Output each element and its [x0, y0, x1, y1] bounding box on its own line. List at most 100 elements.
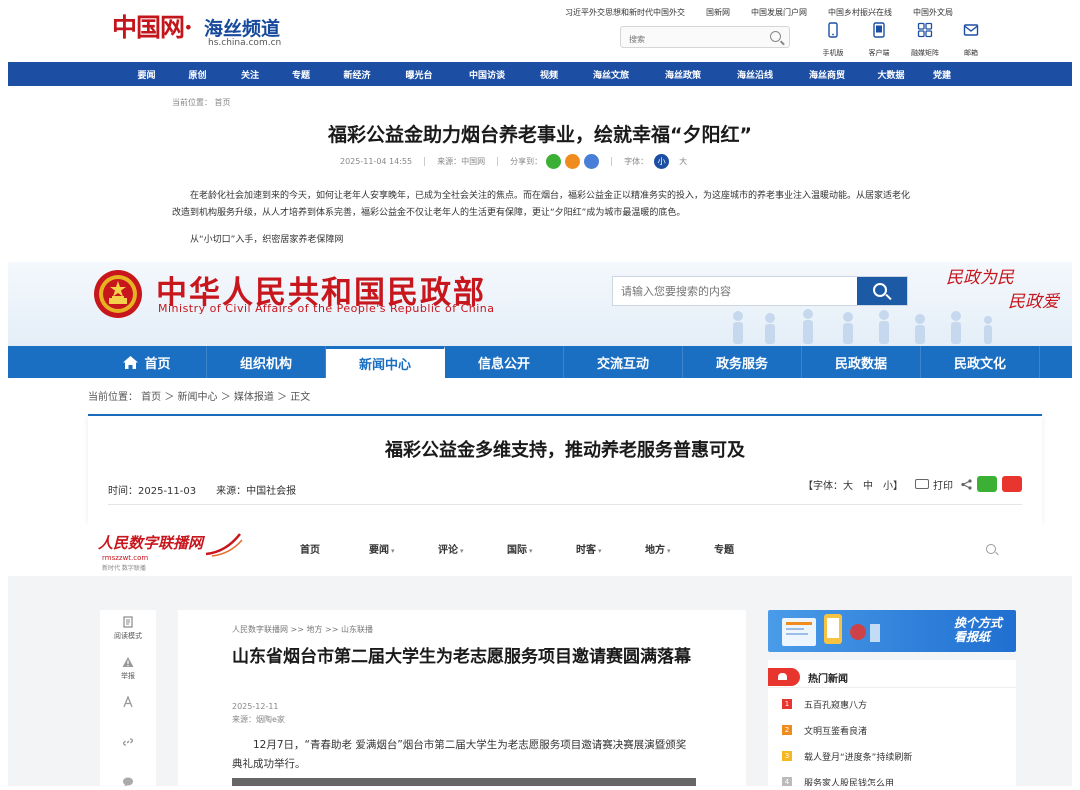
- nav-item[interactable]: 新经济: [327, 68, 387, 81]
- print-icon[interactable]: [915, 479, 929, 489]
- hot-news-item[interactable]: 4 服务家人股民钱怎么用: [782, 776, 912, 786]
- top-link[interactable]: 习近平外交思想和新时代中国外交: [565, 7, 685, 18]
- divider: [424, 157, 426, 166]
- hot-news-item[interactable]: 1 五百孔窥惠八方: [782, 698, 912, 724]
- nav-item[interactable]: 曝光台: [387, 68, 451, 81]
- nav-item[interactable]: 政务服务: [683, 346, 802, 378]
- nav-item-active[interactable]: 新闻中心: [326, 346, 445, 378]
- print-button[interactable]: 打印: [933, 477, 953, 492]
- weibo-share-icon[interactable]: [565, 154, 581, 169]
- breadcrumb: 人民数字联播网 >> 地方 >> 山东联播: [232, 625, 373, 634]
- nav-item[interactable]: 信息公开: [445, 346, 564, 378]
- weibo-share-icon[interactable]: [1002, 476, 1022, 492]
- wechat-share-icon[interactable]: [546, 154, 562, 169]
- nav-item-home[interactable]: 首页: [88, 346, 207, 378]
- nav-item[interactable]: 专题: [275, 68, 327, 81]
- comment-icon: [123, 777, 133, 786]
- copy-link-button[interactable]: [100, 730, 156, 770]
- nav-item[interactable]: 中国访谈: [451, 68, 523, 81]
- hot-news-text: 文明互鉴看良渚: [804, 727, 868, 737]
- font-label: 字体：: [624, 157, 649, 166]
- panel-china-com-cn: 中国网· 海丝频道 hs.china.com.cn 习近平外交思想和新时代中国外…: [0, 0, 1080, 262]
- top-link[interactable]: 中国发展门户网: [751, 7, 807, 18]
- wechat-share-icon[interactable]: [977, 476, 997, 492]
- nav-item[interactable]: 民政文化: [921, 346, 1040, 378]
- mobile-icon: [828, 22, 838, 38]
- site-logo[interactable]: 人民数字联播网 rmszzwt.com 新时代 数字联播: [98, 528, 243, 572]
- article-main: 人民数字联播网 >> 地方 >> 山东联播 山东省烟台市第二届大学生为老志愿服务…: [178, 610, 746, 786]
- nav-item-dropdown[interactable]: 时客: [576, 541, 645, 556]
- search-button[interactable]: [857, 277, 907, 305]
- publish-date: 2025-12-11: [232, 702, 279, 711]
- home-icon: [123, 355, 139, 369]
- logo-url: rmszzwt.com: [102, 554, 149, 562]
- search-input[interactable]: [613, 277, 853, 305]
- nav-item[interactable]: 组织机构: [207, 346, 326, 378]
- site-logo[interactable]: 中国网· 海丝频道 hs.china.com.cn: [112, 6, 332, 50]
- tool-mobile[interactable]: 手机版: [810, 22, 856, 59]
- rank-badge: 2: [782, 725, 792, 735]
- newspaper-banner[interactable]: 换个方式 看报纸: [768, 610, 1016, 652]
- nav-item-dropdown[interactable]: 国际: [507, 541, 576, 556]
- nav-item[interactable]: 海丝商贸: [791, 68, 863, 81]
- nav-item[interactable]: 首页: [300, 541, 369, 556]
- nav-item[interactable]: 原创: [170, 68, 225, 81]
- nav-item[interactable]: 海丝沿线: [719, 68, 791, 81]
- article-card: 福彩公益金多维支持，推动养老服务普惠可及 时间：2025-11-03 来源：中国…: [88, 416, 1042, 524]
- nav-item-dropdown[interactable]: 要闻: [369, 541, 438, 556]
- logo-text: 人民数字联播网: [98, 534, 204, 552]
- nav-item[interactable]: 民政数据: [802, 346, 921, 378]
- nav-item[interactable]: 大数据: [863, 68, 919, 81]
- reading-mode-button[interactable]: 阅读模式: [100, 610, 156, 650]
- font-size-button[interactable]: [100, 690, 156, 730]
- search-icon[interactable]: [770, 31, 781, 42]
- logo-zh: 中国网·: [112, 13, 193, 42]
- comment-button[interactable]: [100, 770, 156, 786]
- article-image: [232, 778, 696, 786]
- hot-news-item[interactable]: 2 文明互鉴看良渚: [782, 724, 912, 750]
- font-large-button[interactable]: 大: [679, 156, 687, 167]
- paragraph: 从“小切口”入手，织密居家养老保障网: [190, 235, 344, 245]
- nav-item[interactable]: 要闻: [123, 68, 170, 81]
- font-small-button[interactable]: 小: [654, 154, 670, 169]
- tool-label: 邮箱: [964, 49, 978, 57]
- article-title: 福彩公益金助力烟台养老事业，绘就幸福“夕阳红”: [328, 124, 752, 146]
- nav-item[interactable]: 海丝文旅: [575, 68, 647, 81]
- font-size-controls[interactable]: 【字体：大 中 小】: [803, 477, 903, 492]
- tool-mail[interactable]: 邮箱: [948, 22, 994, 59]
- search-box: [620, 26, 790, 50]
- link-share-icon[interactable]: [584, 154, 600, 169]
- nav-item-dropdown[interactable]: 地方: [645, 541, 714, 556]
- share-icon[interactable]: [961, 478, 972, 490]
- search-icon[interactable]: [986, 544, 996, 554]
- top-link[interactable]: 中国外文局: [913, 7, 953, 18]
- top-links: 习近平外交思想和新时代中国外交 国新网 中国发展门户网 中国乡村振兴在线 中国外…: [565, 7, 953, 18]
- nav-item[interactable]: 关注: [225, 68, 275, 81]
- nav-item[interactable]: 交流互动: [564, 346, 683, 378]
- nav-item[interactable]: 海丝政策: [647, 68, 719, 81]
- report-button[interactable]: 举报: [100, 650, 156, 690]
- nav-item[interactable]: 视频: [523, 68, 575, 81]
- main-nav: 首页 组织机构 新闻中心 信息公开 交流互动 政务服务 民政数据 民政文化: [8, 346, 1072, 378]
- nav-item-dropdown[interactable]: 评论: [438, 541, 507, 556]
- hot-icon: [768, 668, 800, 686]
- article-meta: 2025-11-04 14:55 来源：中国网 分享到： 字体： 小 大: [340, 154, 687, 169]
- mail-icon: [963, 24, 979, 36]
- nav-item[interactable]: 专题: [714, 541, 783, 556]
- newspaper-illustration-icon: [782, 614, 880, 646]
- tool-matrix[interactable]: 融媒矩阵: [902, 22, 948, 59]
- people-silhouette-decoration: [733, 309, 992, 344]
- nav-item[interactable]: 党建: [919, 68, 965, 81]
- paragraph: 在老龄化社会加速到来的今天，如何让老年人安享晚年，已成为全社会关注的焦点。而在烟…: [172, 191, 911, 218]
- top-link[interactable]: 中国乡村振兴在线: [828, 7, 892, 18]
- search-input[interactable]: [621, 29, 761, 50]
- banner-line: 看报纸: [953, 630, 990, 644]
- article-title: 福彩公益金多维支持，推动养老服务普惠可及: [385, 440, 745, 461]
- top-link[interactable]: 国新网: [706, 7, 730, 18]
- publish-time: 2025-11-04 14:55: [340, 157, 413, 166]
- tool-app[interactable]: 客户端: [856, 22, 902, 59]
- banner-line: 换个方式: [953, 616, 1002, 630]
- hot-news-item[interactable]: 3 载人登月“进度条”持续刷新: [782, 750, 912, 776]
- hot-news: 热门新闻 1 五百孔窥惠八方 2 文明互鉴看良渚 3 载人登月“进度条”持续刷新 4 服…: [768, 660, 1016, 786]
- hot-news-text: 服务家人股民钱怎么用: [804, 779, 895, 786]
